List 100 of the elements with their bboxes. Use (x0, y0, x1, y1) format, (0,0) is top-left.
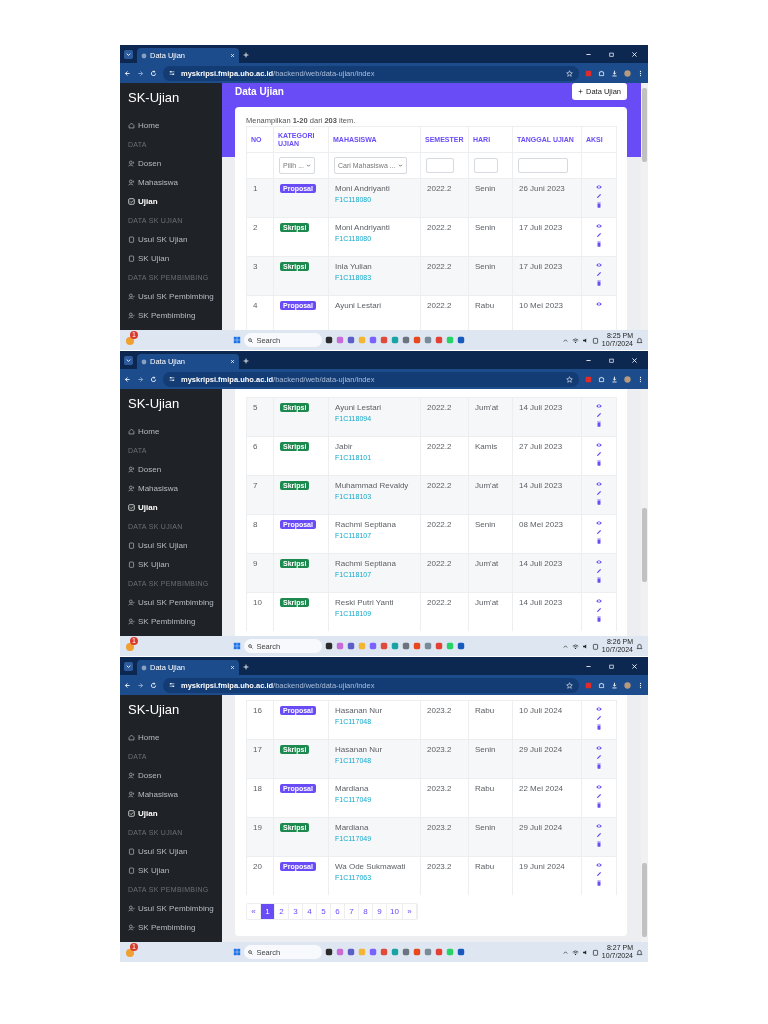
forward-icon[interactable] (137, 375, 144, 383)
new-tab-icon[interactable] (243, 52, 249, 58)
back-icon[interactable] (124, 681, 131, 689)
eye-icon[interactable] (596, 223, 602, 229)
trash-icon[interactable] (596, 724, 602, 730)
sidebar-item[interactable]: Usul SK Pembimbing (128, 899, 214, 918)
close-icon[interactable] (631, 357, 638, 364)
menu-icon[interactable] (637, 681, 644, 689)
bell-icon[interactable] (636, 642, 643, 650)
sidebar-item[interactable]: Ujian (128, 192, 158, 211)
filter-input[interactable] (474, 158, 498, 173)
eye-icon[interactable] (596, 481, 602, 487)
bell-icon[interactable] (636, 948, 643, 956)
pencil-icon[interactable] (596, 715, 602, 721)
star-icon[interactable] (566, 681, 573, 689)
sidebar-item[interactable]: Mahasiswa (128, 479, 178, 498)
pencil-icon[interactable] (596, 754, 602, 760)
sidebar-item[interactable]: SK Pembimbing (128, 612, 196, 631)
trash-icon[interactable] (596, 577, 602, 583)
trash-icon[interactable] (596, 241, 602, 247)
pencil-icon[interactable] (596, 793, 602, 799)
sidebar-item[interactable]: Home (128, 728, 160, 747)
download-icon[interactable] (611, 69, 618, 77)
restore-icon[interactable] (608, 357, 615, 364)
pencil-icon[interactable] (596, 232, 602, 238)
chevron-up-icon[interactable] (561, 948, 569, 956)
sidebar-item[interactable]: Dosen (128, 766, 162, 785)
pencil-icon[interactable] (596, 490, 602, 496)
wifi-icon[interactable] (571, 336, 579, 344)
sidebar-item[interactable]: Usul SK Ujian (128, 230, 188, 249)
wifi-icon[interactable] (571, 642, 579, 650)
pencil-icon[interactable] (596, 193, 602, 199)
sidebar-item[interactable]: Mahasiswa (128, 785, 178, 804)
scrollbar[interactable] (641, 83, 648, 330)
sidebar-item[interactable]: Ujian (128, 498, 158, 517)
eye-icon[interactable] (596, 301, 602, 307)
speaker-icon[interactable] (581, 336, 589, 344)
filter-input[interactable] (518, 158, 568, 173)
trash-icon[interactable] (596, 880, 602, 886)
pencil-icon[interactable] (596, 607, 602, 613)
avatar-icon[interactable] (624, 375, 631, 383)
reload-icon[interactable] (150, 681, 157, 689)
download-icon[interactable] (611, 375, 618, 383)
eye-icon[interactable] (596, 262, 602, 268)
trash-icon[interactable] (596, 280, 602, 286)
star-icon[interactable] (566, 375, 573, 383)
reload-icon[interactable] (150, 69, 157, 77)
close-icon[interactable] (230, 665, 235, 670)
tab-list-icon[interactable] (124, 662, 133, 671)
forward-icon[interactable] (137, 69, 144, 77)
trash-icon[interactable] (596, 202, 602, 208)
trash-icon[interactable] (596, 538, 602, 544)
page-button[interactable]: 10 (387, 904, 403, 919)
eye-icon[interactable] (596, 745, 602, 751)
eye-icon[interactable] (596, 862, 602, 868)
filter-input[interactable] (426, 158, 454, 173)
pencil-icon[interactable] (596, 529, 602, 535)
scrollbar[interactable] (641, 695, 648, 942)
sidebar-item[interactable]: Usul SK Pembimbing (128, 287, 214, 306)
menu-icon[interactable] (637, 375, 644, 383)
sidebar-item[interactable]: SK Pembimbing (128, 918, 196, 937)
eye-icon[interactable] (596, 706, 602, 712)
sidebar-item[interactable]: SK Pembimbing (128, 306, 196, 325)
weather-icon[interactable] (125, 948, 135, 958)
pencil-icon[interactable] (596, 412, 602, 418)
speaker-icon[interactable] (581, 948, 589, 956)
sidebar-item[interactable]: Home (128, 116, 160, 135)
chevron-up-icon[interactable] (561, 642, 569, 650)
sidebar-item[interactable]: Usul SK Pembimbing (128, 593, 214, 612)
avatar-icon[interactable] (624, 681, 631, 689)
eye-icon[interactable] (596, 823, 602, 829)
sidebar-item[interactable]: SK Ujian (128, 861, 170, 880)
windows-logo-icon[interactable] (233, 948, 242, 956)
new-tab-icon[interactable] (243, 358, 249, 364)
pencil-icon[interactable] (596, 451, 602, 457)
close-icon[interactable] (631, 51, 638, 58)
battery-icon[interactable] (591, 336, 599, 344)
sidebar-item[interactable]: Dosen (128, 460, 162, 479)
eye-icon[interactable] (596, 403, 602, 409)
sidebar-item[interactable]: Usul SK Ujian (128, 842, 188, 861)
close-icon[interactable] (631, 663, 638, 670)
chevron-up-icon[interactable] (561, 336, 569, 344)
sidebar-item[interactable]: SK Ujian (128, 249, 170, 268)
sidebar-item[interactable]: Ujian (128, 804, 158, 823)
eye-icon[interactable] (596, 559, 602, 565)
forward-icon[interactable] (137, 681, 144, 689)
weather-icon[interactable] (125, 336, 135, 346)
previous-page-button[interactable]: « (247, 904, 261, 919)
trash-icon[interactable] (596, 802, 602, 808)
battery-icon[interactable] (591, 948, 599, 956)
site-settings-icon[interactable] (169, 682, 175, 688)
site-settings-icon[interactable] (169, 70, 175, 76)
trash-icon[interactable] (596, 421, 602, 427)
tab-list-icon[interactable] (124, 50, 133, 59)
pencil-icon[interactable] (596, 568, 602, 574)
trash-icon[interactable] (596, 460, 602, 466)
new-tab-icon[interactable] (243, 664, 249, 670)
minimize-icon[interactable] (585, 357, 592, 364)
avatar-icon[interactable] (624, 69, 631, 77)
sidebar-item[interactable]: Dosen (128, 154, 162, 173)
